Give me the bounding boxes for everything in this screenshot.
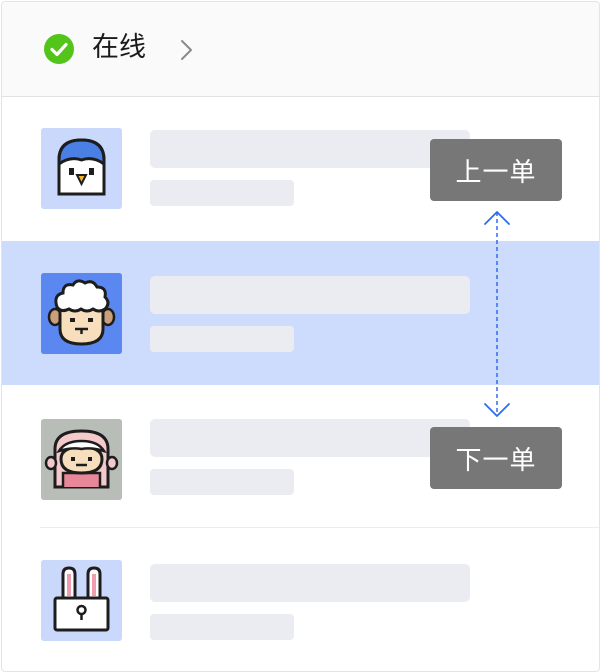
title-placeholder [150, 564, 470, 602]
prev-order-button[interactable]: 上一单 [430, 139, 562, 201]
subtitle-placeholder [150, 614, 294, 640]
subtitle-placeholder [150, 469, 294, 495]
title-placeholder [150, 276, 470, 314]
subtitle-placeholder [150, 180, 294, 206]
penguin-avatar [41, 128, 122, 209]
next-order-button[interactable]: 下一单 [430, 427, 562, 489]
sheep-avatar [41, 273, 122, 354]
lamb-avatar [41, 419, 122, 500]
status-header[interactable]: 在线 [2, 2, 599, 97]
check-circle-icon [44, 34, 74, 64]
title-placeholder [150, 130, 470, 168]
list-item[interactable] [2, 528, 599, 671]
order-panel: 在线 上一单 下一单 [1, 1, 600, 672]
rabbit-avatar [41, 560, 122, 641]
double-arrow-vertical-icon [484, 211, 510, 417]
title-placeholder [150, 419, 470, 457]
subtitle-placeholder [150, 326, 294, 352]
status-label: 在线 [92, 32, 146, 63]
chevron-right-icon[interactable] [179, 38, 195, 62]
